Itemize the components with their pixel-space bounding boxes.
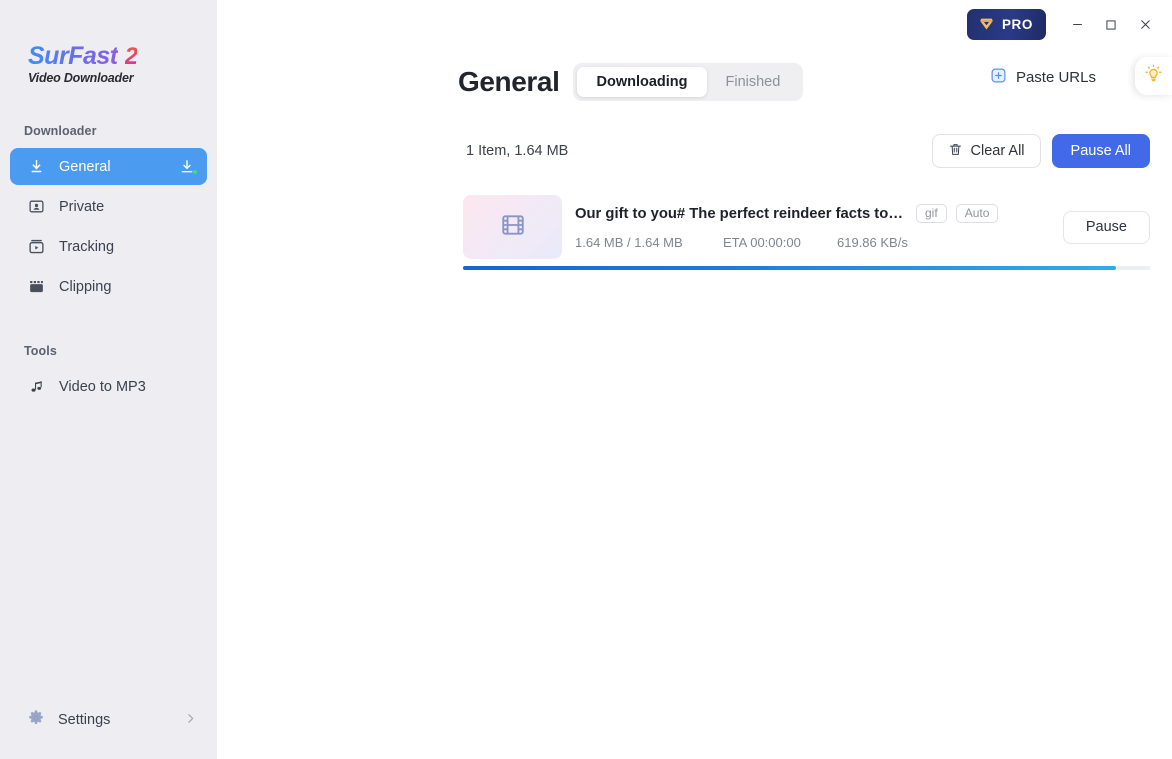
- chevron-right-icon: [184, 712, 197, 729]
- sidebar-section-downloader-label: Downloader: [24, 124, 97, 138]
- app-window: SurFast 2 Video Downloader Downloader Ge…: [0, 0, 1172, 759]
- sidebar-item-clipping[interactable]: Clipping: [10, 268, 207, 305]
- tips-lightbulb-button[interactable]: [1135, 57, 1172, 95]
- page-title: General: [458, 65, 560, 97]
- item-count-text: 1 Item, 1.64 MB: [466, 143, 569, 159]
- format-chip: gif: [916, 204, 947, 223]
- clear-all-label: Clear All: [970, 143, 1025, 159]
- logo-version-text: 2: [124, 43, 138, 70]
- download-info: Our gift to you# The perfect reindeer fa…: [562, 204, 1051, 250]
- trash-icon: [948, 142, 963, 161]
- paste-urls-button[interactable]: Paste URLs: [990, 67, 1096, 88]
- gear-icon: [27, 709, 45, 731]
- sidebar-nav-tools: Video to MP3: [0, 368, 217, 405]
- sidebar-item-tracking-label: Tracking: [59, 238, 115, 255]
- sidebar-item-general[interactable]: General: [10, 148, 207, 185]
- download-size: 1.64 MB / 1.64 MB: [575, 235, 683, 250]
- tab-downloading[interactable]: Downloading: [577, 66, 707, 97]
- sidebar-item-settings[interactable]: Settings: [10, 701, 207, 739]
- tracking-video-icon: [27, 237, 46, 256]
- sidebar-section-tools-label: Tools: [24, 344, 57, 358]
- download-eta: ETA 00:00:00: [723, 235, 801, 250]
- sidebar-nav-downloader: General Private Tracking Clipping: [0, 148, 217, 305]
- music-note-icon: [27, 377, 46, 396]
- film-strip-icon: [500, 212, 526, 243]
- maximize-button[interactable]: [1094, 9, 1128, 41]
- title-bar: PRO: [217, 0, 1172, 49]
- sidebar-item-settings-label: Settings: [58, 712, 111, 728]
- sidebar-item-private-label: Private: [59, 198, 105, 215]
- logo-brand-text: SurFast: [28, 42, 118, 70]
- diamond-gem-icon: [978, 15, 995, 35]
- close-button[interactable]: [1128, 9, 1162, 41]
- download-speed: 619.86 KB/s: [837, 235, 908, 250]
- download-progress-fill: [463, 266, 1116, 270]
- sidebar-item-tracking[interactable]: Tracking: [10, 228, 207, 265]
- download-arrow-icon: [27, 157, 46, 176]
- paste-urls-label: Paste URLs: [1015, 69, 1096, 86]
- list-toolbar: 1 Item, 1.64 MB Clear All Pause All: [217, 133, 1172, 169]
- sidebar: SurFast 2 Video Downloader Downloader Ge…: [0, 0, 217, 759]
- sidebar-item-general-label: General: [59, 158, 111, 175]
- app-logo: SurFast 2 Video Downloader: [0, 0, 217, 86]
- clear-all-button[interactable]: Clear All: [931, 134, 1041, 168]
- tab-finished[interactable]: Finished: [707, 67, 800, 97]
- pro-label: PRO: [1001, 17, 1033, 32]
- main-content: PRO General Downloading Finished Paste U…: [217, 0, 1172, 759]
- clipping-film-icon: [27, 277, 46, 296]
- minimize-button[interactable]: [1060, 9, 1094, 41]
- download-title: Our gift to you# The perfect reindeer fa…: [575, 205, 907, 222]
- sidebar-item-video-to-mp3[interactable]: Video to MP3: [10, 368, 207, 405]
- sidebar-item-video-to-mp3-label: Video to MP3: [59, 378, 146, 395]
- plus-square-icon: [990, 67, 1007, 88]
- lightbulb-icon: [1144, 64, 1163, 88]
- download-progress-track: [463, 266, 1150, 270]
- logo-subtitle: Video Downloader: [28, 71, 134, 85]
- pause-all-button[interactable]: Pause All: [1051, 134, 1150, 168]
- download-meta: 1.64 MB / 1.64 MB ETA 00:00:00 619.86 KB…: [575, 235, 1051, 250]
- sidebar-item-clipping-label: Clipping: [59, 278, 112, 295]
- tab-group: Downloading Finished: [573, 62, 804, 101]
- download-thumbnail: [463, 195, 562, 259]
- download-item: Our gift to you# The perfect reindeer fa…: [463, 193, 1150, 270]
- private-person-icon: [27, 197, 46, 216]
- download-pause-button[interactable]: Pause: [1062, 210, 1150, 244]
- sidebar-item-private[interactable]: Private: [10, 188, 207, 225]
- download-tray-icon[interactable]: [177, 157, 197, 177]
- new-download-indicator: [193, 169, 197, 174]
- quality-chip: Auto: [955, 204, 999, 223]
- page-header: General Downloading Finished Paste URLs: [217, 49, 1172, 105]
- download-list: Our gift to you# The perfect reindeer fa…: [217, 193, 1172, 270]
- pro-upgrade-button[interactable]: PRO: [966, 9, 1046, 40]
